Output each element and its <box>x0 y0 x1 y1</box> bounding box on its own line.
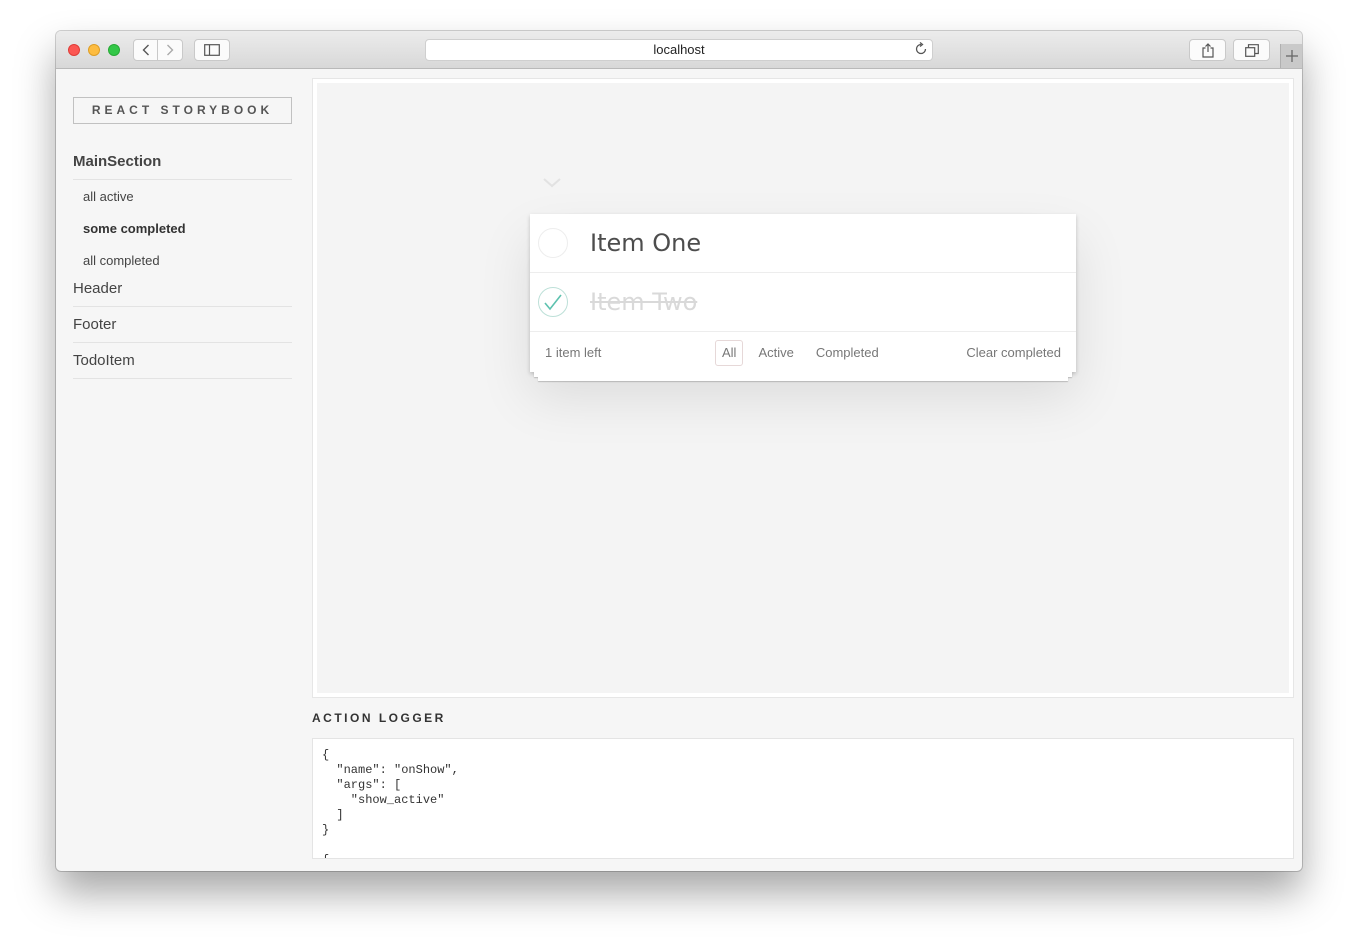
todo-checkbox[interactable] <box>538 287 568 317</box>
todo-footer: 1 item left All Active Completed Clear c… <box>530 332 1076 381</box>
toggle-all-chevron-icon[interactable] <box>543 175 561 193</box>
kind-todoitem[interactable]: TodoItem <box>73 343 292 379</box>
back-button[interactable] <box>133 39 158 61</box>
items-left-count: 1 item left <box>545 345 602 360</box>
stack-decoration <box>538 377 1068 381</box>
tabs-overview-button[interactable] <box>1233 39 1270 61</box>
kind-mainsection[interactable]: MainSection <box>73 149 292 180</box>
action-logger-content: { "name": "onShow", "args": [ "show_acti… <box>322 748 459 858</box>
forward-button[interactable] <box>157 39 183 61</box>
reload-icon[interactable] <box>914 41 928 62</box>
title-bar: localhost <box>56 31 1302 69</box>
url-text: localhost <box>653 42 705 57</box>
new-tab-button[interactable] <box>1280 44 1302 68</box>
storybook-brand-button[interactable]: REACT STORYBOOK <box>73 97 292 124</box>
sidebar-icon <box>204 44 220 56</box>
filter-all[interactable]: All <box>715 340 744 366</box>
address-bar[interactable]: localhost <box>425 39 933 61</box>
plus-icon <box>1285 50 1298 62</box>
todo-label[interactable]: Item Two <box>590 273 697 331</box>
filter-active[interactable]: Active <box>751 340 800 366</box>
sidebar-toggle-button[interactable] <box>194 39 230 61</box>
share-icon <box>1201 42 1214 58</box>
todo-label[interactable]: Item One <box>590 214 701 272</box>
todo-list-panel: Item One Item Two 1 item left All Active… <box>530 214 1076 381</box>
story-all-active[interactable]: all active <box>73 181 292 213</box>
share-button[interactable] <box>1189 39 1226 61</box>
zoom-window-button[interactable] <box>108 44 120 56</box>
checkmark-icon <box>544 294 562 311</box>
action-logger-panel[interactable]: { "name": "onShow", "args": [ "show_acti… <box>312 738 1294 859</box>
clear-completed-button[interactable]: Clear completed <box>966 345 1061 360</box>
chevron-right-icon <box>167 44 174 56</box>
minimize-window-button[interactable] <box>88 44 100 56</box>
preview-canvas: Item One Item Two 1 item left All Active… <box>317 83 1289 693</box>
chevron-left-icon <box>142 44 149 56</box>
story-all-completed[interactable]: all completed <box>73 245 292 277</box>
tabs-icon <box>1244 43 1259 57</box>
story-list: all active some completed all completed <box>73 180 292 277</box>
preview-frame: Item One Item Two 1 item left All Active… <box>312 78 1294 698</box>
todo-checkbox[interactable] <box>538 228 568 258</box>
todo-item: Item Two <box>530 273 1076 332</box>
filter-completed[interactable]: Completed <box>809 340 886 366</box>
close-window-button[interactable] <box>68 44 80 56</box>
kind-header[interactable]: Header <box>73 277 292 307</box>
story-navigation: MainSection all active some completed al… <box>73 149 292 379</box>
browser-window: localhost REACT STORYBOOK MainSection al… <box>56 31 1302 871</box>
action-logger-title: ACTION LOGGER <box>312 711 446 725</box>
kind-footer[interactable]: Footer <box>73 307 292 343</box>
todo-item: Item One <box>530 214 1076 273</box>
story-some-completed[interactable]: some completed <box>73 213 292 245</box>
filter-list: All Active Completed <box>715 340 894 366</box>
